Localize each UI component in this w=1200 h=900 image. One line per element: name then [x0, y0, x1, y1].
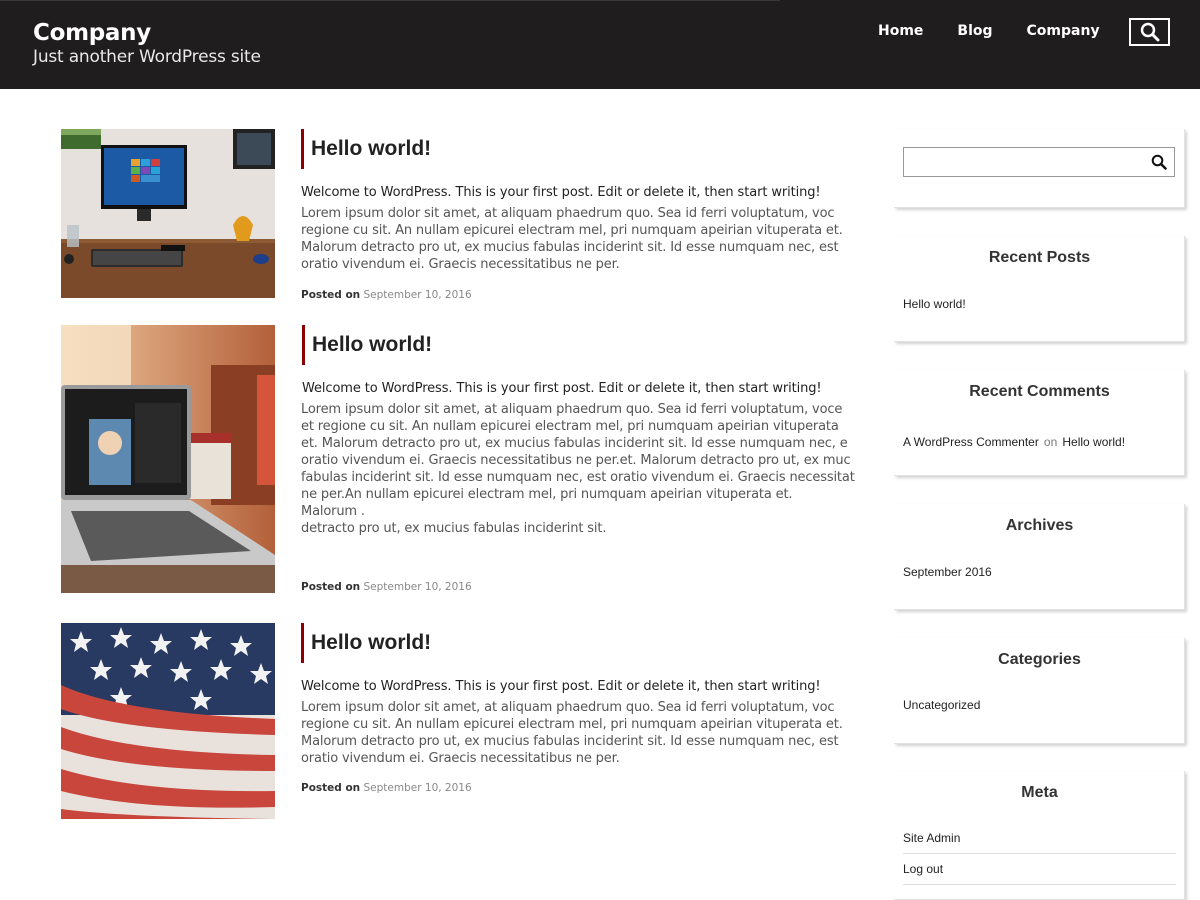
post-date[interactable]: September 10, 2016 — [364, 782, 472, 794]
post-meta: Posted on September 10, 2016 — [301, 289, 472, 301]
nav-item-company[interactable]: Company — [1027, 22, 1100, 40]
site-title[interactable]: Company — [33, 18, 261, 48]
nav-item-home[interactable]: Home — [878, 22, 923, 40]
post-intro: Welcome to WordPress. This is your first… — [302, 381, 822, 396]
post-item: Hello world! Welcome to WordPress. This … — [61, 623, 871, 823]
comment-post-link[interactable]: Hello world! — [1062, 435, 1125, 449]
meta-list-item: Log out — [903, 854, 1176, 885]
archive-link[interactable]: September 2016 — [903, 565, 992, 579]
search-field — [903, 147, 1175, 177]
header-divider — [0, 0, 780, 1]
post-excerpt: Lorem ipsum dolor sit amet, at aliquam p… — [301, 402, 855, 536]
post-intro: Welcome to WordPress. This is your first… — [301, 185, 821, 200]
post-title-accent: Hello world! — [301, 623, 871, 663]
comment-connector: on — [1043, 435, 1058, 449]
post-content: Hello world! Welcome to WordPress. This … — [301, 325, 871, 593]
post-title[interactable]: Hello world! — [311, 631, 431, 655]
categories-widget: Categories Uncategorized — [894, 638, 1185, 744]
desk-computer-image — [61, 129, 275, 298]
posted-on-label: Posted on — [301, 289, 361, 301]
post-title-accent: Hello world! — [302, 325, 871, 365]
site-admin-link[interactable]: Site Admin — [903, 831, 960, 845]
post-item: Hello world! Welcome to WordPress. This … — [61, 325, 871, 595]
site-branding: Company Just another WordPress site — [33, 18, 261, 68]
post-date[interactable]: September 10, 2016 — [364, 581, 472, 593]
meta-list-item: Site Admin — [903, 823, 1176, 854]
post-thumbnail[interactable] — [61, 623, 275, 819]
posted-on-label: Posted on — [301, 782, 361, 794]
search-input[interactable] — [904, 148, 1144, 176]
nav-item-blog[interactable]: Blog — [957, 22, 992, 40]
post-thumbnail[interactable] — [61, 325, 275, 593]
american-flag-image — [61, 623, 275, 819]
widget-title: Meta — [1021, 784, 1058, 801]
recent-comment-item: A WordPress Commenter on Hello world! — [903, 431, 1125, 450]
site-tagline: Just another WordPress site — [33, 47, 261, 67]
main-navigation: Home Blog Company — [878, 22, 1134, 40]
recent-posts-widget: Recent Posts Hello world! — [894, 236, 1185, 342]
search-submit-button[interactable] — [1148, 152, 1170, 172]
post-intro: Welcome to WordPress. This is your first… — [301, 679, 821, 694]
post-date[interactable]: September 10, 2016 — [364, 289, 472, 301]
site-header: Company Just another WordPress site Home… — [0, 0, 1200, 89]
posted-on-label: Posted on — [301, 581, 361, 593]
widget-title: Categories — [998, 651, 1081, 668]
search-icon — [1140, 22, 1159, 42]
comment-author-link[interactable]: A WordPress Commenter — [903, 435, 1039, 449]
post-title[interactable]: Hello world! — [312, 333, 432, 357]
category-link[interactable]: Uncategorized — [903, 698, 980, 712]
post-meta: Posted on September 10, 2016 — [301, 782, 472, 794]
post-content: Hello world! Welcome to WordPress. This … — [301, 623, 871, 794]
search-widget — [894, 129, 1185, 208]
widget-title: Recent Posts — [988, 249, 1091, 266]
recent-comments-widget: Recent Comments A WordPress Commenter on… — [894, 370, 1185, 476]
log-out-link[interactable]: Log out — [903, 862, 943, 876]
post-item: Hello world! Welcome to WordPress. This … — [61, 129, 871, 301]
laptop-desk-image — [61, 325, 275, 593]
post-excerpt: Lorem ipsum dolor sit amet, at aliquam p… — [301, 700, 843, 766]
widget-title: Archives — [1005, 517, 1074, 534]
post-title[interactable]: Hello world! — [311, 137, 431, 161]
search-icon — [1151, 154, 1167, 170]
post-content: Hello world! Welcome to WordPress. This … — [301, 129, 871, 301]
meta-widget: Meta Site Admin Log out — [894, 771, 1185, 900]
archives-widget: Archives September 2016 — [894, 504, 1185, 610]
post-thumbnail[interactable] — [61, 129, 275, 298]
post-excerpt: Lorem ipsum dolor sit amet, at aliquam p… — [301, 206, 843, 272]
widget-title: Recent Comments — [969, 383, 1110, 400]
post-meta: Posted on September 10, 2016 — [301, 581, 472, 593]
recent-post-link[interactable]: Hello world! — [903, 297, 966, 311]
post-title-accent: Hello world! — [301, 129, 871, 169]
header-search-button[interactable] — [1129, 18, 1170, 46]
